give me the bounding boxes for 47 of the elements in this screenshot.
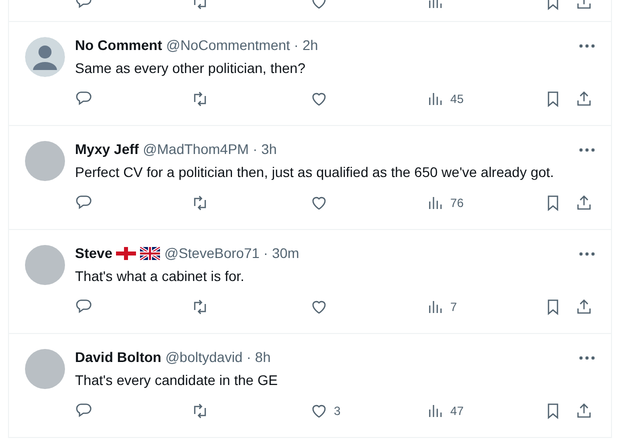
heart-icon xyxy=(310,90,328,108)
bar-chart-icon xyxy=(426,402,444,420)
like-button[interactable]: 3 xyxy=(310,402,341,420)
share-button[interactable] xyxy=(575,194,594,212)
views-button[interactable]: 76 xyxy=(426,194,464,212)
post-text: Perfect CV for a politician then, just as qualified as the 650 we've already got. xyxy=(75,163,555,181)
share-button[interactable] xyxy=(575,90,594,108)
handle-and-time: @NoCommentment · 2h xyxy=(166,36,318,55)
display-name[interactable]: David Bolton xyxy=(75,347,162,368)
bar-chart-icon xyxy=(426,194,444,212)
share-icon xyxy=(575,194,594,212)
display-name[interactable]: No Comment xyxy=(75,35,162,56)
heart-icon xyxy=(310,402,328,420)
like-button[interactable] xyxy=(310,194,328,212)
heart-icon xyxy=(310,298,328,316)
display-name[interactable]: Myxy Jeff xyxy=(75,139,139,160)
display-name[interactable]: Steve xyxy=(75,243,112,264)
default-avatar-icon[interactable] xyxy=(25,37,65,77)
reply-button[interactable] xyxy=(75,194,93,212)
reply-icon xyxy=(75,402,93,420)
bar-chart-icon xyxy=(426,298,444,316)
post-text: That's what a cabinet is for. xyxy=(75,267,246,285)
views-button[interactable]: 47 xyxy=(426,402,464,420)
handle-and-time: @MadThom4PM · 3h xyxy=(142,140,277,159)
share-icon xyxy=(575,90,594,108)
reply-icon xyxy=(75,90,93,108)
reply-icon xyxy=(75,194,93,212)
union-flag-icon xyxy=(140,247,160,260)
views-button[interactable]: 7 xyxy=(426,298,457,316)
post-text: Same as every other politician, then? xyxy=(75,59,306,77)
share-button[interactable] xyxy=(575,298,594,316)
england-flag-icon xyxy=(116,247,136,260)
handle-and-time: @boltydavid · 8h xyxy=(165,348,271,367)
share-button[interactable] xyxy=(575,402,594,420)
share-icon xyxy=(575,402,594,420)
share-icon xyxy=(575,298,594,316)
reply-button[interactable] xyxy=(75,90,93,108)
reply-button[interactable] xyxy=(75,402,93,420)
heart-icon xyxy=(310,194,328,212)
handle-and-time: @SteveBoro71 · 30m xyxy=(164,244,300,263)
bar-chart-icon xyxy=(426,90,444,108)
reply-button[interactable] xyxy=(75,298,93,316)
like-button[interactable] xyxy=(310,298,328,316)
post-text: That's every candidate in the GE xyxy=(75,371,279,389)
like-button[interactable] xyxy=(310,90,328,108)
views-button[interactable]: 45 xyxy=(426,90,464,108)
reply-icon xyxy=(75,298,93,316)
